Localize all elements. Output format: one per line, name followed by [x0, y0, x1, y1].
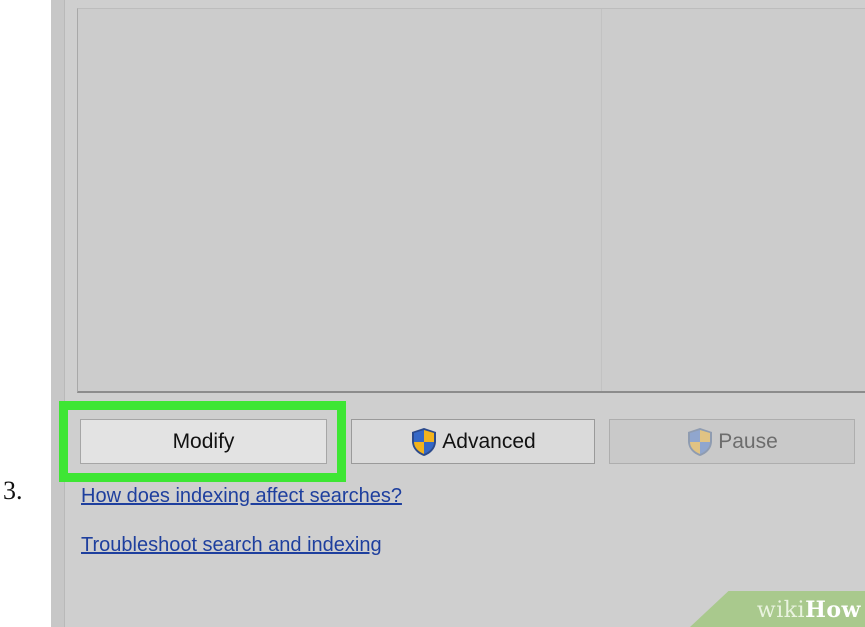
troubleshoot-search-link[interactable]: Troubleshoot search and indexing: [81, 534, 382, 557]
wikihow-logo-text: wikiHow: [757, 597, 861, 623]
pause-button-label: Pause: [718, 429, 778, 453]
window-left-border: [51, 0, 65, 627]
pause-button[interactable]: Pause: [609, 419, 855, 464]
indexed-locations-list[interactable]: [77, 8, 865, 393]
uac-shield-icon: [686, 427, 714, 457]
modify-button[interactable]: Modify: [80, 419, 327, 464]
uac-shield-icon: [410, 427, 438, 457]
tutorial-screenshot: 3. Modify Advanced Pause How does indexi…: [0, 0, 865, 627]
advanced-button-label: Advanced: [442, 429, 536, 453]
watermark-how: How: [805, 597, 861, 623]
step-number: 3.: [3, 476, 23, 505]
modify-button-label: Modify: [172, 429, 235, 453]
column-divider: [601, 9, 602, 391]
advanced-button[interactable]: Advanced: [351, 419, 595, 464]
indexing-options-window: Modify Advanced Pause How does indexing …: [51, 0, 865, 627]
watermark-wiki: wiki: [756, 598, 806, 623]
indexing-affect-searches-link[interactable]: How does indexing affect searches?: [81, 485, 402, 508]
wikihow-watermark: wikiHow: [690, 591, 865, 627]
